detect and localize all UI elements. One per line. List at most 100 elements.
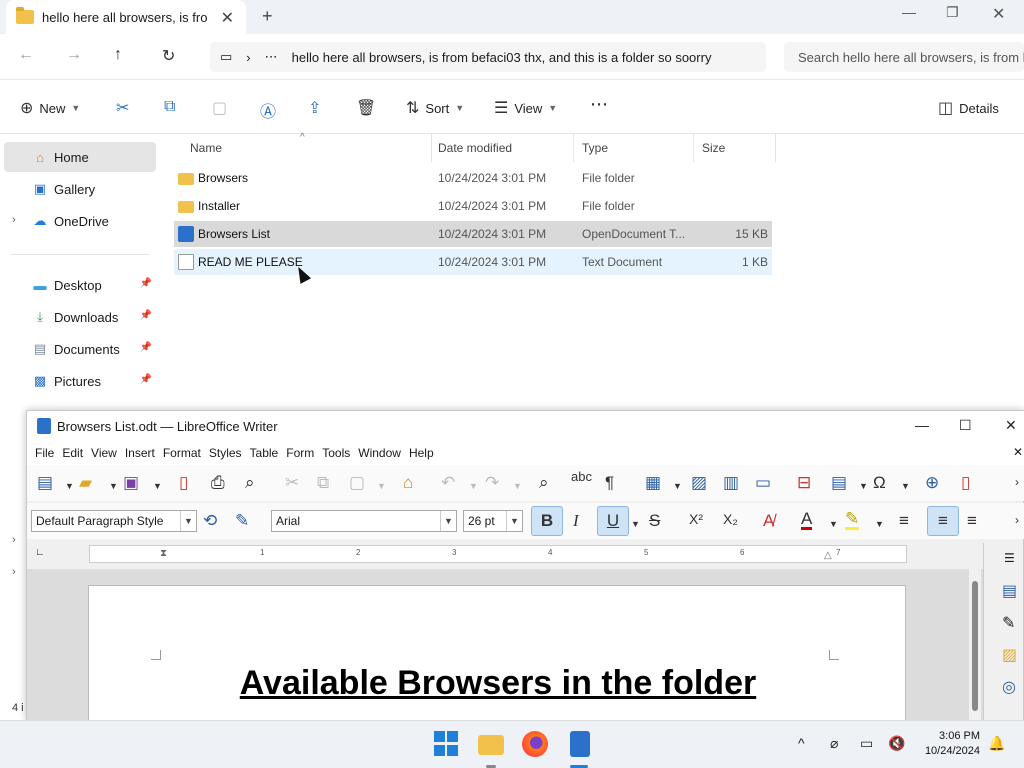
maximize-icon[interactable]: ☐ (959, 417, 972, 434)
align-center-icon[interactable]: ≡ (927, 506, 959, 536)
special-character-icon[interactable]: Ω (873, 473, 886, 493)
document-heading[interactable]: Available Browsers in the folder (89, 664, 907, 703)
clone-formatting-icon[interactable]: ⌂ (403, 473, 413, 493)
file-row[interactable]: Installer 10/24/2024 3:01 PM File folder (174, 193, 772, 219)
column-header-type[interactable]: Type (574, 134, 694, 162)
align-left-icon[interactable]: ≡ (899, 511, 909, 531)
close-window-icon[interactable]: ✕ (1005, 417, 1017, 434)
chevron-down-icon[interactable]: ▼ (875, 519, 884, 529)
spelling-icon[interactable]: abc (571, 469, 592, 484)
chevron-right-icon[interactable]: › (12, 534, 16, 546)
new-button[interactable]: ⊕ New ▼ (20, 98, 80, 118)
redo-icon[interactable]: ↷ (485, 473, 499, 493)
forward-arrow-icon[interactable]: → (66, 46, 82, 64)
save-icon[interactable]: ▣ (123, 473, 139, 493)
show-hidden-icons-chevron-up-icon[interactable]: ^ (798, 735, 805, 751)
chevron-down-icon[interactable]: ▼ (631, 519, 640, 529)
chevron-down-icon[interactable]: ▼ (673, 481, 682, 491)
nav-item-desktop[interactable]: ▬ Desktop 📌 (4, 270, 156, 300)
display-icon[interactable]: ▭ (860, 735, 873, 752)
menu-view[interactable]: View (91, 446, 125, 460)
footnote-icon[interactable]: ▯ (961, 473, 970, 493)
paragraph-style-select[interactable]: Default Paragraph Style ▼ (31, 510, 197, 532)
toolbar-overflow-icon[interactable]: › (1015, 513, 1019, 527)
chevron-down-icon[interactable]: ▼ (469, 481, 478, 491)
insert-field-icon[interactable]: ▤ (831, 473, 847, 493)
nav-item-downloads[interactable]: ⤓ Downloads 📌 (4, 302, 156, 332)
hyperlink-icon[interactable]: ⊕ (925, 473, 939, 493)
file-row[interactable]: Browsers 10/24/2024 3:01 PM File folder (174, 165, 772, 191)
nav-item-onedrive[interactable]: ☁ OneDrive (4, 206, 156, 236)
insert-page-break-icon[interactable]: ⊟ (797, 473, 811, 493)
menu-file[interactable]: File (35, 446, 62, 460)
font-size-select[interactable]: 26 pt ▼ (463, 510, 523, 532)
new-document-icon[interactable]: ▤ (37, 473, 53, 493)
menu-insert[interactable]: Insert (125, 446, 163, 460)
superscript-button[interactable]: X² (689, 511, 703, 527)
bold-button[interactable]: B (531, 506, 563, 536)
file-row-hovered[interactable]: READ ME PLEASE 10/24/2024 3:01 PM Text D… (174, 249, 772, 275)
export-pdf-icon[interactable]: ▯ (179, 473, 188, 493)
open-folder-icon[interactable]: ▰ (79, 473, 92, 493)
subscript-button[interactable]: X₂ (723, 511, 738, 527)
nav-item-documents[interactable]: ▤ Documents 📌 (4, 334, 156, 364)
address-crumb[interactable]: hello here all browsers, is from befaci0… (292, 50, 736, 65)
back-arrow-icon[interactable]: ← (18, 46, 34, 64)
chevron-down-icon[interactable]: ▼ (513, 481, 522, 491)
menu-styles[interactable]: Styles (209, 446, 250, 460)
styles-icon[interactable]: ✎ (1002, 613, 1015, 633)
insert-textbox-icon[interactable]: ▭ (755, 473, 771, 493)
minimize-icon[interactable]: — (915, 417, 929, 433)
clear-formatting-icon[interactable]: A̸ (763, 511, 774, 531)
find-replace-icon[interactable]: ⌕ (539, 473, 549, 493)
scrollbar-thumb[interactable] (972, 581, 978, 711)
system-clock[interactable]: 3:06 PM 10/24/2024 (925, 729, 980, 759)
address-field[interactable]: ▭ › ⋯ hello here all browsers, is from b… (210, 42, 766, 72)
maximize-icon[interactable]: ❐ (946, 4, 959, 21)
refresh-icon[interactable]: ↻ (162, 46, 175, 66)
more-options-button[interactable]: ⋯ (590, 94, 608, 115)
align-right-icon[interactable]: ≡ (967, 511, 977, 531)
menu-format[interactable]: Format (163, 446, 209, 460)
chevron-right-icon[interactable]: › (12, 566, 16, 578)
underline-button[interactable]: U (597, 506, 629, 536)
chevron-down-icon[interactable]: ▼ (109, 481, 118, 491)
paste-button[interactable]: ▢ (212, 98, 227, 118)
volume-muted-icon[interactable]: 🔇 (888, 735, 905, 752)
nav-item-gallery[interactable]: ▣ Gallery (4, 174, 156, 204)
menu-window[interactable]: Window (358, 446, 409, 460)
copy-icon[interactable]: ⧉ (317, 473, 329, 493)
notification-bell-icon[interactable]: 🔔 (988, 735, 1005, 752)
nav-item-home[interactable]: ⌂ Home (4, 142, 156, 172)
font-name-select[interactable]: Arial ▼ (271, 510, 457, 532)
strikethrough-button[interactable]: S (649, 511, 660, 531)
update-style-icon[interactable]: ⟲ (203, 511, 217, 531)
chevron-down-icon[interactable]: ▼ (377, 481, 386, 491)
right-indent-marker-icon[interactable]: △ (824, 550, 832, 561)
firefox-taskbar-icon[interactable] (522, 731, 548, 757)
italic-button[interactable]: I (573, 511, 579, 531)
highlight-color-icon[interactable]: ✎ (845, 510, 860, 530)
up-arrow-icon[interactable]: ↑ (114, 46, 122, 64)
menu-table[interactable]: Table (250, 446, 287, 460)
new-style-icon[interactable]: ✎ (235, 511, 249, 531)
search-input[interactable]: Search hello here all browsers, is from … (784, 42, 1024, 72)
details-button[interactable]: ◫ Details (938, 98, 999, 118)
view-button[interactable]: ☰ View ▼ (494, 98, 557, 118)
network-off-icon[interactable]: ⌀ (830, 735, 838, 752)
insert-chart-icon[interactable]: ▥ (723, 473, 739, 493)
indent-marker-icon[interactable]: ⧗ (160, 548, 167, 559)
gallery-icon[interactable]: ▨ (1002, 645, 1017, 665)
cut-button[interactable]: ✂ (116, 98, 129, 118)
toolbar-overflow-icon[interactable]: › (1015, 475, 1019, 489)
nav-item-pictures[interactable]: ▩ Pictures 📌 (4, 366, 156, 396)
writer-taskbar-icon[interactable] (570, 731, 590, 757)
properties-icon[interactable]: ▤ (1002, 581, 1017, 601)
share-button[interactable]: ⇪ (308, 98, 321, 118)
chevron-down-icon[interactable]: ▼ (901, 481, 910, 491)
close-document-icon[interactable]: ✕ (1013, 445, 1023, 459)
menu-form[interactable]: Form (286, 446, 322, 460)
navigator-icon[interactable]: ◎ (1002, 677, 1016, 697)
delete-button[interactable]: 🗑 (356, 98, 376, 118)
undo-icon[interactable]: ↶ (441, 473, 455, 493)
